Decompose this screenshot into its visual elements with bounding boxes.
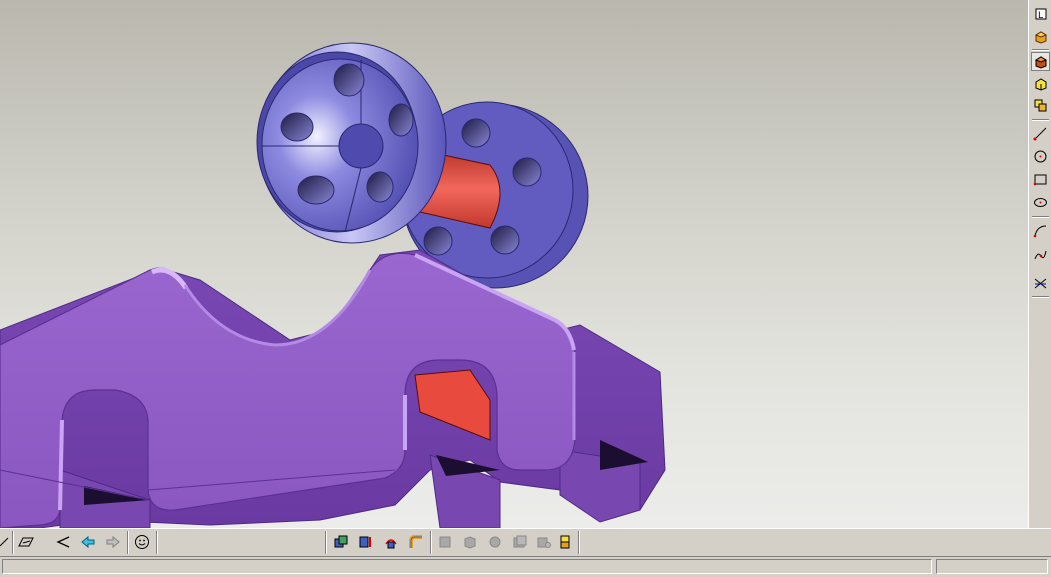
disabled-revolve-icon[interactable] — [485, 532, 505, 552]
disabled-fillet-icon[interactable] — [435, 532, 455, 552]
spline-tool-icon[interactable] — [1031, 245, 1050, 264]
front-wheel[interactable] — [256, 42, 447, 244]
yellow-box-icon[interactable] — [1031, 74, 1050, 93]
shaded-box-edges-icon[interactable] — [1031, 52, 1050, 71]
svg-text:L: L — [1038, 11, 1043, 21]
disabled-pattern-icon[interactable] — [534, 532, 554, 552]
3d-viewport[interactable] — [0, 0, 1028, 528]
circle-tool-icon[interactable] — [1031, 147, 1050, 166]
status-pane — [936, 559, 1048, 574]
bottom-toolbar — [0, 528, 1051, 556]
plane-dropdown-icon[interactable] — [17, 532, 37, 552]
back-arrow-icon[interactable] — [78, 532, 98, 552]
view-fit-icon[interactable]: L — [1031, 4, 1050, 23]
status-message — [2, 559, 932, 574]
previous-view-icon[interactable] — [53, 532, 73, 552]
shaded-box-icon[interactable] — [1031, 27, 1050, 46]
disabled-shell-icon[interactable] — [460, 532, 480, 552]
cube-stack-icon[interactable] — [555, 532, 575, 552]
trim-tool-icon[interactable] — [1031, 274, 1050, 293]
arc-tool-icon[interactable] — [1031, 221, 1050, 240]
ellipse-tool-icon[interactable] — [1031, 193, 1050, 212]
disabled-extrude-icon[interactable] — [510, 532, 530, 552]
smiley-icon[interactable] — [132, 532, 152, 552]
rectangle-tool-icon[interactable] — [1031, 170, 1050, 189]
status-bar — [0, 556, 1051, 577]
forward-arrow-icon[interactable] — [103, 532, 123, 552]
multi-box-icon[interactable] — [1031, 96, 1050, 115]
assembly-box-icon[interactable] — [331, 532, 351, 552]
line-tool-icon[interactable] — [1031, 124, 1050, 143]
sweep-icon[interactable] — [406, 532, 426, 552]
right-toolbar: L — [1028, 0, 1051, 528]
3d-model-render[interactable] — [0, 0, 1028, 528]
rotate-part-icon[interactable] — [381, 532, 401, 552]
boolean-icon[interactable] — [356, 532, 376, 552]
